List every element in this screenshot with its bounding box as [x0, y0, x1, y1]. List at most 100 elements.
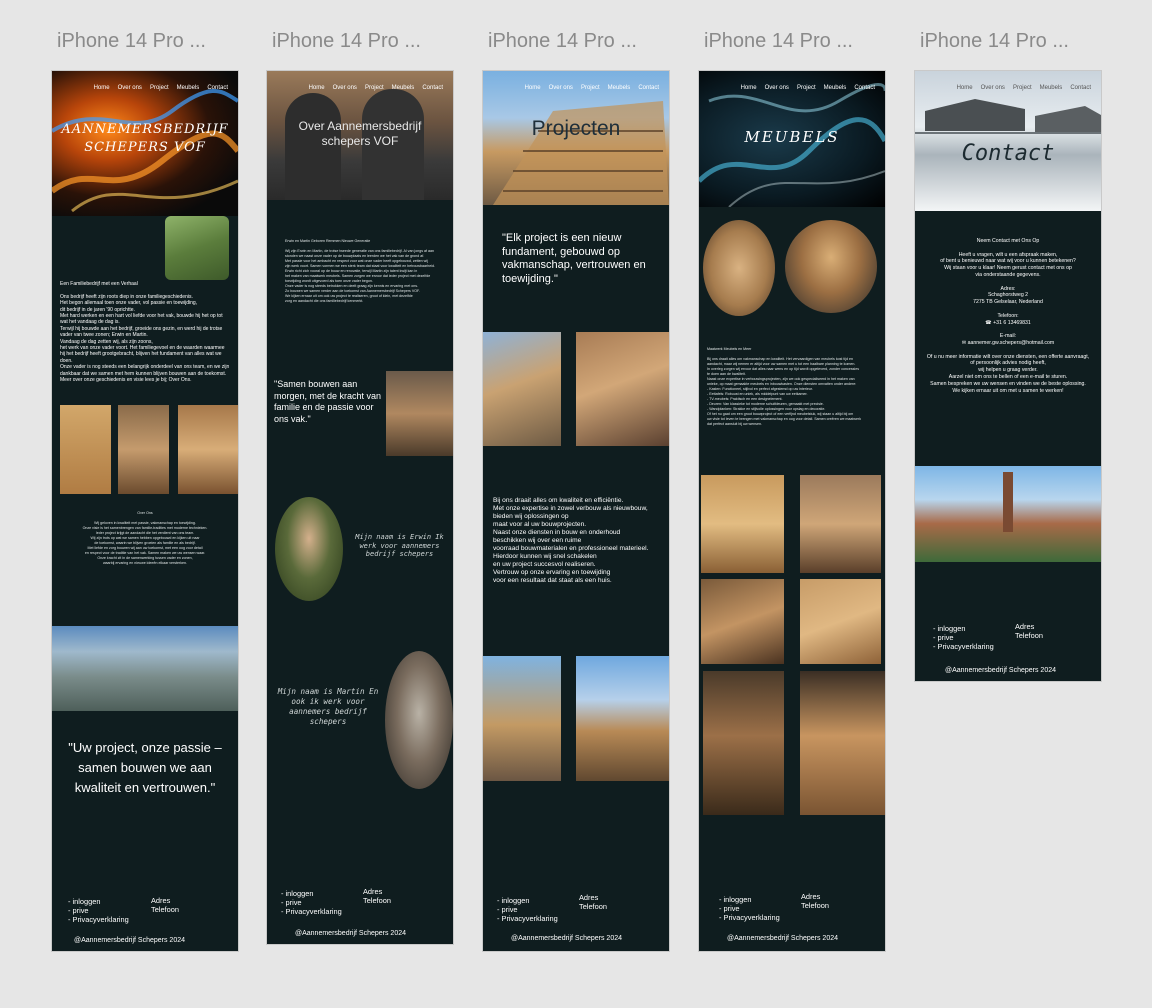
nav-project[interactable]: Project [797, 85, 816, 91]
nav-over-ons[interactable]: Over ons [333, 85, 357, 91]
nav-project[interactable]: Project [150, 85, 169, 91]
footer-privacy[interactable]: - Privacyverklaring [719, 913, 780, 922]
nav-contact[interactable]: Contact [854, 85, 875, 91]
over-title: Over Aannemersbedrijf schepers VOF [298, 119, 422, 148]
contact-phone[interactable]: ☎ +31 6 13469831 [919, 320, 1097, 327]
timber-stack-photo [386, 371, 453, 456]
wood-floor-photo [576, 332, 669, 446]
frame-title-home[interactable]: iPhone 14 Pro ... [57, 30, 206, 53]
nav-bar: Home Over ons Project Meubels Contact [525, 85, 659, 91]
nav-contact[interactable]: Contact [422, 85, 443, 91]
sliding-doors-photo [701, 475, 784, 573]
nav-over-ons[interactable]: Over ons [981, 85, 1005, 91]
footer-prive[interactable]: - prive [281, 898, 342, 907]
nav-over-ons[interactable]: Over ons [549, 85, 573, 91]
nav-home[interactable]: Home [957, 85, 973, 91]
nav-project[interactable]: Project [581, 85, 600, 91]
nav-over-ons[interactable]: Over ons [118, 85, 142, 91]
footer-info: Adres Telefoon [363, 887, 391, 905]
martin-portrait [385, 651, 453, 789]
nav-meubels[interactable]: Meubels [177, 85, 200, 91]
workshop-drawers-photo [703, 671, 784, 815]
nav-meubels[interactable]: Meubels [608, 85, 631, 91]
home-intro: Een Familiebedrijf met een Verhaal Ons b… [60, 281, 230, 384]
projecten-quote: "Elk project is een nieuw fundament, geb… [502, 232, 646, 285]
frame-title-meubels[interactable]: iPhone 14 Pro ... [704, 30, 853, 53]
home-quote: "Uw project, onze passie – samen bouwen … [68, 740, 222, 795]
frame-title-over[interactable]: iPhone 14 Pro ... [272, 30, 421, 53]
frame-over: Home Over ons Project Meubels Contact Ov… [267, 71, 453, 944]
nav-project[interactable]: Project [365, 85, 384, 91]
roof-construction-photo [576, 656, 669, 781]
nav-contact[interactable]: Contact [638, 85, 659, 91]
frame-title-contact[interactable]: iPhone 14 Pro ... [920, 30, 1069, 53]
nav-contact[interactable]: Contact [1070, 85, 1091, 91]
barn-doors-photo [60, 405, 111, 494]
footer-inloggen[interactable]: - inloggen [719, 895, 780, 904]
footer-inloggen[interactable]: - inloggen [497, 896, 558, 905]
frame-home: Home Over ons Project Meubels Contact AA… [52, 71, 238, 951]
home-over-ons: Over Ons Wij geloven in kwaliteit met pa… [82, 511, 208, 565]
roof-frame-photo [483, 332, 561, 446]
long-table-photo [800, 579, 881, 664]
footer-copyright: @Aannemersbedrijf Schepers 2024 [295, 930, 407, 937]
nav-over-ons[interactable]: Over ons [765, 85, 789, 91]
footer-prive[interactable]: - prive [719, 904, 780, 913]
footer-info: Adres Telefoon [801, 892, 829, 910]
dining-table-photo [785, 220, 877, 313]
over-body: Erwin en Martin Geboren Remmen Nieuwe Ge… [285, 239, 436, 303]
footer-copyright: @Aannemersbedrijf Schepers 2024 [727, 935, 839, 942]
town-tower-photo [915, 466, 1101, 562]
footer-prive[interactable]: - prive [497, 905, 558, 914]
footer-privacy[interactable]: - Privacyverklaring [497, 914, 558, 923]
nav-project[interactable]: Project [1013, 85, 1032, 91]
scaffold-tower-photo [483, 656, 561, 781]
erwin-caption: Mijn naam is Erwin Ik werk voor aannemer… [355, 533, 444, 558]
footer-copyright: @Aannemersbedrijf Schepers 2024 [945, 667, 1057, 674]
contact-email[interactable]: ✉ aannemer.gw.schepers@hotmail.com [919, 340, 1097, 347]
nav-bar: Home Over ons Project Meubels Contact [957, 85, 1091, 91]
wood-planks-photo [118, 405, 169, 494]
footer-info: Adres Telefoon [1015, 622, 1043, 640]
nav-meubels[interactable]: Meubels [1040, 85, 1063, 91]
corner-bench-photo [800, 671, 885, 815]
footer-privacy[interactable]: - Privacyverklaring [933, 642, 994, 651]
projecten-body: Bij ons draait alles om kwaliteit en eff… [493, 497, 649, 584]
frame-title-projecten[interactable]: iPhone 14 Pro ... [488, 30, 637, 53]
city-skyline-photo [52, 626, 238, 711]
nav-home[interactable]: Home [525, 85, 541, 91]
footer-links: - inloggen - prive - Privacyverklaring [719, 895, 780, 922]
footer-privacy[interactable]: - Privacyverklaring [281, 907, 342, 916]
footer-links: - inloggen - prive - Privacyverklaring [933, 624, 994, 651]
farm-aerial-photo [165, 216, 229, 280]
nav-home[interactable]: Home [741, 85, 757, 91]
footer-inloggen[interactable]: - inloggen [933, 624, 994, 633]
wood-table-photo [178, 405, 238, 494]
footer-prive[interactable]: - prive [68, 906, 129, 915]
footer-inloggen[interactable]: - inloggen [68, 897, 129, 906]
footer-prive[interactable]: - prive [933, 633, 994, 642]
footer-copyright: @Aannemersbedrijf Schepers 2024 [511, 935, 623, 942]
martin-caption: Mijn naam is Martin En ook ik werk voor … [277, 687, 379, 726]
footer-links: - inloggen - prive - Privacyverklaring [497, 896, 558, 923]
footer-links: - inloggen - prive - Privacyverklaring [281, 889, 342, 916]
footer-privacy[interactable]: - Privacyverklaring [68, 915, 129, 924]
meubels-title: MEUBELS [744, 128, 840, 146]
nav-home[interactable]: Home [94, 85, 110, 91]
projecten-title: Projecten [531, 117, 621, 140]
home-title: AANNEMERSBEDRIJF SCHEPERS VOF [61, 122, 229, 155]
nav-meubels[interactable]: Meubels [392, 85, 415, 91]
nav-meubels[interactable]: Meubels [824, 85, 847, 91]
nav-bar: Home Over ons Project Meubels Contact [94, 85, 228, 91]
nav-contact[interactable]: Contact [207, 85, 228, 91]
contact-body: Neem Contact met Ons Op Heeft u vragen, … [919, 238, 1097, 394]
planks-photo [800, 475, 881, 573]
footer-inloggen[interactable]: - inloggen [281, 889, 342, 898]
footer-links: - inloggen - prive - Privacyverklaring [68, 897, 129, 924]
nav-home[interactable]: Home [309, 85, 325, 91]
nav-bar: Home Over ons Project Meubels Contact [309, 85, 443, 91]
church-tower [1003, 472, 1013, 532]
frame-meubels: Home Over ons Project Meubels Contact ME… [699, 71, 885, 951]
meubels-body: Maatwerk Meubels en Meer Bij ons draait … [707, 347, 862, 426]
nav-bar: Home Over ons Project Meubels Contact [741, 85, 875, 91]
